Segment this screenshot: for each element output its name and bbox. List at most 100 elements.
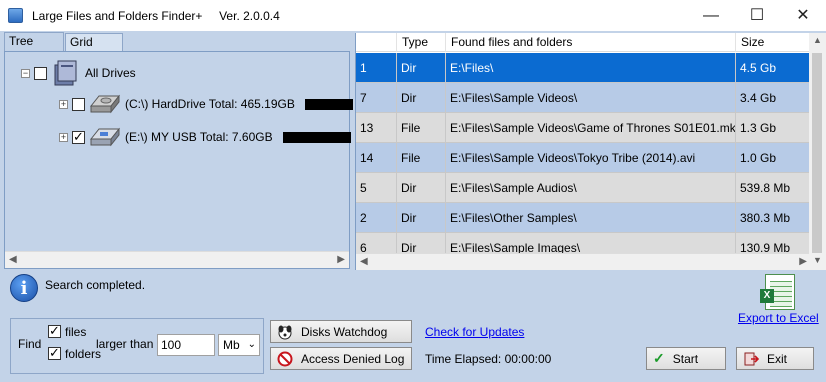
expand-toggle[interactable]: + [59,132,68,142]
expand-toggle[interactable]: + [59,99,68,109]
cell-path: E:\Files\Sample Audios\ [446,173,736,203]
cell-type: File [397,143,446,173]
drive-e-label: (E:\) MY USB Total: 7.60GB [125,130,273,144]
files-label: files [65,325,87,339]
find-options: Find files folders larger than 100 Mb ⌄ [10,318,264,374]
files-checkbox[interactable] [48,323,61,339]
table-row[interactable]: 13 File E:\Files\Sample Videos\Game of T… [356,113,810,143]
status-bar: i Search completed. [4,272,822,302]
exit-button[interactable]: Exit [736,347,814,370]
scroll-right-icon[interactable]: ▶ [337,254,345,265]
minimize-button[interactable]: — [688,0,734,31]
table-row[interactable]: 7 Dir E:\Files\Sample Videos\ 3.4 Gb [356,83,810,113]
excel-x-icon: X [760,289,774,303]
access-denied-log-label: Access Denied Log [301,351,405,366]
start-label: Start [672,351,699,366]
table-row[interactable]: 14 File E:\Files\Sample Videos\Tokyo Tri… [356,143,810,173]
grid-vertical-scrollbar[interactable]: ▲ ▼ [809,33,826,270]
scroll-left-icon[interactable]: ◀ [9,254,17,265]
usb-drive-icon [89,127,121,147]
app-icon [8,8,23,23]
window-title: Large Files and Folders Finder+ [32,9,203,23]
cell-size: 1.0 Gb [736,143,810,173]
larger-than-label: larger than [96,337,154,351]
cell-type: Dir [397,53,446,83]
all-drives-label: All Drives [85,66,136,80]
export-excel-link[interactable]: Export to Excel [738,311,819,325]
cell-type: Dir [397,203,446,233]
hard-drive-icon [89,94,121,114]
collapse-toggle[interactable]: − [21,68,30,78]
dog-icon [278,325,292,339]
scroll-up-icon[interactable]: ▲ [813,35,822,45]
cell-path: E:\Files\ [446,53,736,83]
cell-index: 14 [356,143,397,173]
tab-tree-view[interactable]: Tree View [4,32,64,64]
drive-c-checkbox[interactable] [72,97,85,111]
tree-drive-e[interactable]: + (E:\) MY USB Total: 7.60GB [59,127,351,147]
info-icon: i [10,274,38,302]
tree-horizontal-scrollbar[interactable]: ◀ ▶ [5,251,349,268]
folders-checkbox[interactable] [48,345,61,361]
table-row[interactable]: 1 Dir E:\Files\ 4.5 Gb [356,53,810,83]
grid-header: Type Found files and folders Size [356,33,810,52]
scroll-down-icon[interactable]: ▼ [813,255,822,265]
column-header-type[interactable]: Type [397,33,446,52]
cell-size: 3.4 Gb [736,83,810,113]
scroll-thumb[interactable] [812,53,822,253]
cell-type: File [397,113,446,143]
app-version: Ver. 2.0.0.4 [219,9,280,23]
scroll-right-icon[interactable]: ▶ [799,256,807,267]
cell-path: E:\Files\Sample Videos\Game of Thrones S… [446,113,736,143]
tree-root[interactable]: − All Drives [21,60,136,86]
cell-path: E:\Files\Sample Videos\Tokyo Tribe (2014… [446,143,736,173]
check-updates-link[interactable]: Check for Updates [425,325,524,339]
access-denied-log-button[interactable]: Access Denied Log [270,347,412,370]
status-text: Search completed. [45,278,146,292]
cell-type: Dir [397,83,446,113]
size-input[interactable]: 100 [157,334,215,356]
tab-grid-view[interactable]: Grid View [65,33,123,65]
redaction-bar [282,131,351,143]
cell-index: 1 [356,53,397,83]
cell-type: Dir [397,173,446,203]
column-header-index[interactable] [356,33,397,52]
unit-value: Mb [223,338,240,352]
find-label: Find [18,337,42,351]
maximize-button[interactable]: ☐ [734,0,780,31]
exit-label: Exit [767,351,788,366]
column-header-path[interactable]: Found files and folders [446,33,736,52]
title-bar: Large Files and Folders Finder+ Ver. 2.0… [0,0,826,31]
grid-horizontal-scrollbar[interactable]: ◀ ▶ [356,253,810,270]
drive-tree: − All Drives + (C:\) HardDrive Total: 46… [4,51,353,269]
cell-index: 5 [356,173,397,203]
cell-size: 380.3 Mb [736,203,810,233]
start-button[interactable]: ✓ Start [646,347,726,370]
tree-drive-c[interactable]: + (C:\) HardDrive Total: 465.19GB [59,94,353,114]
cell-size: 539.8 Mb [736,173,810,203]
disks-watchdog-label: Disks Watchdog [301,324,388,339]
column-header-size[interactable]: Size [736,33,810,52]
drive-e-checkbox[interactable] [72,129,85,145]
computer-icon [54,60,77,86]
cell-size: 4.5 Gb [736,53,810,83]
cell-index: 7 [356,83,397,113]
all-drives-checkbox[interactable] [34,66,47,80]
cell-index: 2 [356,203,397,233]
time-elapsed: Time Elapsed: 00:00:00 [425,352,552,366]
disks-watchdog-button[interactable]: Disks Watchdog [270,320,412,343]
results-grid: Type Found files and folders Size 1 Dir … [355,33,810,270]
chevron-down-icon[interactable]: ⌄ [248,335,256,355]
exit-icon [744,352,759,365]
redaction-bar [304,98,353,110]
close-button[interactable]: ✕ [780,0,826,31]
cell-index: 13 [356,113,397,143]
checkmark-icon: ✓ [653,350,665,366]
unit-select[interactable]: Mb ⌄ [218,334,260,356]
scroll-left-icon[interactable]: ◀ [360,256,368,267]
excel-icon[interactable]: X [760,274,795,310]
no-entry-icon [277,351,293,366]
table-row[interactable]: 2 Dir E:\Files\Other Samples\ 380.3 Mb [356,203,810,233]
cell-path: E:\Files\Sample Videos\ [446,83,736,113]
table-row[interactable]: 5 Dir E:\Files\Sample Audios\ 539.8 Mb [356,173,810,203]
